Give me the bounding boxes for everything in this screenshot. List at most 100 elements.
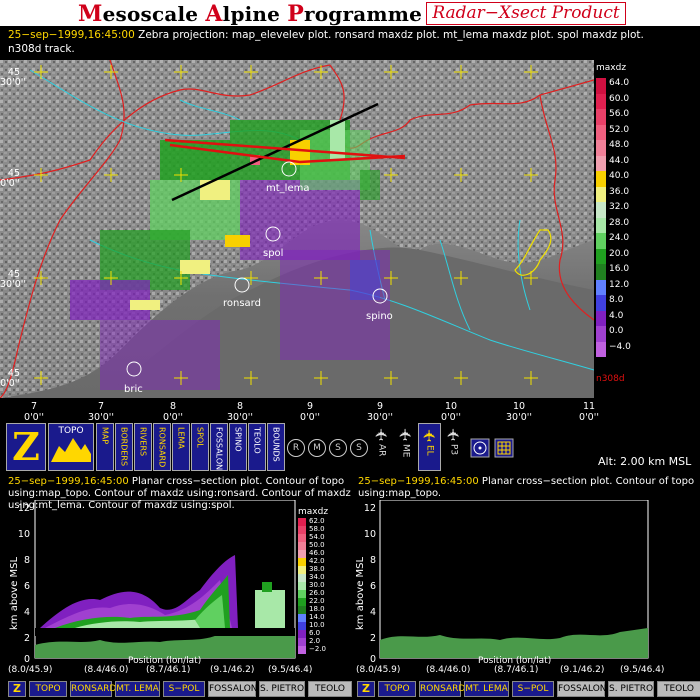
station-label: spino	[366, 311, 393, 322]
topo-button[interactable]: TOPO	[48, 423, 94, 471]
layer-button-spino[interactable]: SPINO	[229, 423, 247, 471]
layer-button-map[interactable]: MAP	[96, 423, 114, 471]
station-label: ronsard	[223, 298, 261, 309]
right-plot-timestamp: 25−sep−1999,16:45:00	[358, 476, 479, 487]
aircraft-button-me[interactable]: ✈ ME	[394, 423, 417, 471]
y-tick: 8	[370, 555, 376, 566]
bottom-button-5[interactable]: FOSSALON	[557, 681, 607, 697]
colorbar-value: 2.0	[309, 637, 321, 645]
layer-button-spol[interactable]: SPOL	[191, 423, 209, 471]
bottom-button-3[interactable]: MT. LEMA	[115, 681, 160, 697]
bottom-button-2[interactable]: RONSARD	[70, 681, 116, 697]
layer-button-lema[interactable]: LEMA	[172, 423, 190, 471]
zebra-logo-button[interactable]: Z	[6, 423, 46, 471]
x-tick: (8.4/46.0)	[84, 665, 128, 675]
bottom-button-7[interactable]: TEOLO	[657, 681, 700, 697]
bottom-button-2[interactable]: RONSARD	[419, 681, 465, 697]
info-description: Zebra projection: map_elevelev plot. ron…	[138, 29, 644, 41]
grid-icon-button[interactable]	[493, 423, 515, 471]
colorbar-value: 60.0	[609, 93, 630, 104]
colorbar-swatch	[596, 310, 606, 326]
colorbar-value: 46.0	[309, 549, 325, 557]
title-letter: A	[205, 1, 223, 27]
no-data-band	[35, 628, 295, 636]
bottom-button-6[interactable]: S. PIETRO	[259, 681, 305, 697]
colorbar-value: 36.0	[609, 186, 630, 197]
bottom-button-7[interactable]: TEOLO	[308, 681, 352, 697]
colorbar-value: 58.0	[309, 525, 325, 533]
colorbar-swatch	[596, 202, 606, 218]
colorbar-value: 34.0	[309, 573, 325, 581]
y-tick: 10	[364, 529, 376, 540]
title-part: rogramme	[304, 2, 423, 26]
bottom-button-4[interactable]: S−POL	[163, 681, 205, 697]
layer-button-label: BORDERS	[119, 427, 129, 467]
colorbar-swatch	[596, 155, 606, 171]
title-part: lpine	[222, 2, 288, 26]
topo-label: TOPO	[58, 426, 84, 436]
layer-button-teolo[interactable]: TEOLO	[248, 423, 266, 471]
colorbar-value: 44.0	[609, 155, 630, 166]
bottom-button-0[interactable]: Z	[8, 681, 26, 697]
colorbar-swatch	[298, 582, 306, 590]
colorbar-value: 30.0	[309, 581, 325, 589]
layer-button-fossalon[interactable]: FOSSALON	[210, 423, 228, 471]
bottom-button-1[interactable]: TOPO	[29, 681, 67, 697]
right-cross-section-plot[interactable]: 12 10 8 6 4 2 0 km above MSL Position (l…	[350, 500, 700, 680]
colorbar-value: 8.0	[609, 295, 624, 305]
layer-button-ronsard[interactable]: RONSARD	[153, 423, 171, 471]
plot-info-line-1: 25−sep−1999,16:45:00 Zebra projection: m…	[8, 29, 644, 42]
lat-label: 45 0'0''	[0, 368, 20, 389]
layer-button-label: TEOLO	[252, 427, 262, 454]
lon-label: 7 0'0''	[24, 401, 44, 423]
colorbar-swatch	[596, 93, 606, 109]
altitude-readout: Alt: 2.00 km MSL	[598, 455, 692, 468]
colorbar-swatch	[596, 217, 606, 233]
colorbar-value: 24.0	[609, 233, 630, 243]
layer-button-borders[interactable]: BORDERS	[115, 423, 133, 471]
y-tick: 10	[18, 529, 30, 540]
lon-label: 9 30'0''	[367, 401, 393, 423]
y-tick: 4	[24, 607, 30, 618]
colorbar-value: 12.0	[609, 279, 630, 290]
layer-button-rivers[interactable]: RIVERS	[134, 423, 152, 471]
echo-cross-section	[40, 555, 285, 628]
layer-button-label: LEMA	[176, 427, 186, 449]
mountain-icon	[51, 438, 91, 462]
colorbar-swatch	[596, 78, 606, 94]
radar-select-button[interactable]: S	[349, 423, 369, 471]
layer-button-bounds[interactable]: BOUNDS	[267, 423, 285, 471]
x-tick: (8.7/46.1)	[494, 665, 538, 675]
bottom-button-6[interactable]: S. PIETRO	[608, 681, 654, 697]
colorbar-swatch	[596, 140, 606, 156]
colorbar-swatch	[298, 534, 306, 542]
map-canvas[interactable]: mt_lema spol ronsard spino bric	[0, 60, 594, 398]
x-tick: (8.4/46.0)	[426, 665, 470, 675]
bottom-button-1[interactable]: TOPO	[378, 681, 416, 697]
aircraft-button-ar[interactable]: ✈ AR	[370, 423, 393, 471]
radar-map[interactable]: mt_lema spol ronsard spino bric	[0, 60, 594, 398]
target-icon-button[interactable]	[469, 423, 491, 471]
colorbar-value: 56.0	[609, 109, 630, 119]
colorbar-value: 48.0	[609, 140, 630, 150]
aircraft-button-p3[interactable]: ✈ P3	[442, 423, 465, 471]
aircraft-button-el[interactable]: ✈ EL	[418, 423, 441, 471]
colorbar-value: 40.0	[609, 171, 630, 181]
lon-label: 10 0'0''	[441, 401, 461, 423]
lon-label: 8 0'0''	[163, 401, 183, 423]
colorbar-value: 22.0	[309, 597, 325, 605]
aircraft-label: ME	[400, 444, 411, 458]
radar-select-button[interactable]: S	[328, 423, 348, 471]
bottom-button-5[interactable]: FOSSALON	[208, 681, 258, 697]
bottom-button-4[interactable]: S−POL	[512, 681, 554, 697]
radar-select-button[interactable]: R	[286, 423, 306, 471]
bottom-button-0[interactable]: Z	[357, 681, 375, 697]
colorbar-swatch	[596, 109, 606, 125]
radar-select-button[interactable]: M	[307, 423, 327, 471]
colorbar-swatch	[596, 295, 606, 311]
colorbar-swatch	[298, 526, 306, 534]
bottom-button-3[interactable]: MT. LEMA	[464, 681, 509, 697]
x-tick: (8.7/46.1)	[146, 665, 190, 675]
airplane-icon: ✈	[420, 428, 439, 443]
x-tick: (8.0/45.9)	[356, 665, 400, 675]
